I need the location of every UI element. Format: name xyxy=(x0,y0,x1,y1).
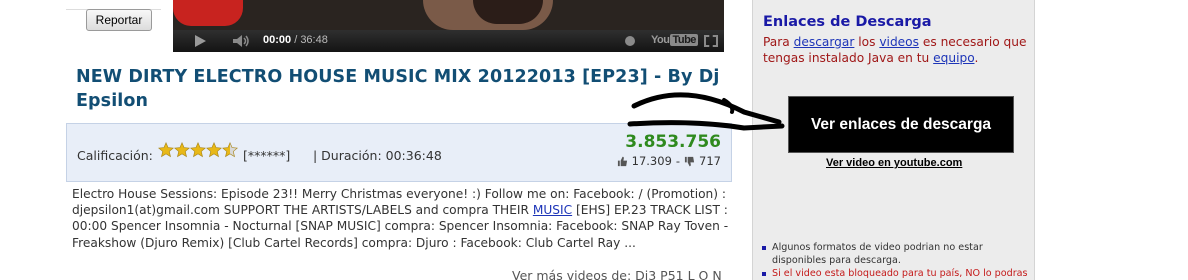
thumbs-up-icon[interactable] xyxy=(617,156,628,167)
youtube-logo[interactable]: You Tube xyxy=(651,34,698,46)
music-link[interactable]: MUSIC xyxy=(533,203,572,217)
download-notes: Algunos formatos de video podrian no est… xyxy=(762,241,1032,280)
equipo-link[interactable]: equipo xyxy=(933,51,974,65)
youtube-watch-link[interactable]: Ver video en youtube.com xyxy=(826,157,962,169)
dislike-count: 717 xyxy=(699,154,721,168)
java-note: Para descargar los videos es necesario q… xyxy=(763,34,1038,66)
note-text-1: Para xyxy=(763,35,794,49)
thumbs-down-icon[interactable] xyxy=(684,156,695,167)
time-current: 00:00 xyxy=(263,34,292,46)
star-icon[interactable] xyxy=(158,141,174,159)
video-thumbnail[interactable] xyxy=(173,0,724,30)
like-count: 17.309 xyxy=(631,154,672,168)
star-icon[interactable] xyxy=(206,141,222,159)
report-button[interactable]: Reportar xyxy=(86,9,152,31)
fullscreen-icon[interactable] xyxy=(704,35,718,47)
youtube-logo-you: You xyxy=(651,34,670,46)
note-text-2: los xyxy=(854,35,880,49)
time-separator: / xyxy=(291,34,301,46)
note-formats: Algunos formatos de video podrian no est… xyxy=(762,241,1032,267)
player-controls: 00:00 / 36:48 You Tube xyxy=(173,30,724,52)
video-description: Electro House Sessions: Episode 23!! Mer… xyxy=(72,186,732,251)
video-player[interactable]: 00:00 / 36:48 You Tube xyxy=(173,0,724,52)
view-download-links-button[interactable]: Ver enlaces de descarga xyxy=(788,96,1014,153)
volume-icon[interactable] xyxy=(233,35,251,47)
star-icon[interactable] xyxy=(190,141,206,159)
rating-stars[interactable] xyxy=(158,141,238,161)
download-link[interactable]: descargar xyxy=(794,35,855,49)
watch-later-icon[interactable] xyxy=(625,36,635,46)
more-videos-prefix: Ver más xyxy=(512,268,567,280)
videos-link[interactable]: videos xyxy=(879,35,919,49)
star-icon[interactable] xyxy=(222,141,238,159)
arrow-icon xyxy=(627,92,785,131)
play-icon[interactable] xyxy=(195,35,206,47)
youtube-logo-tube: Tube xyxy=(670,34,698,46)
download-heading: Enlaces de Descarga xyxy=(763,14,932,30)
time-total: 36:48 xyxy=(300,34,328,46)
left-gutter xyxy=(0,0,66,280)
star-icon[interactable] xyxy=(174,141,190,159)
more-videos: Ver más videos de: Dj3 P51 L O N xyxy=(512,268,722,280)
likes-row: 17.309 - 717 xyxy=(617,154,721,168)
player-time: 00:00 / 36:48 xyxy=(263,34,328,46)
thumbnail-red-shape xyxy=(173,0,243,26)
like-separator: - xyxy=(675,154,681,168)
rating-value-text: [******] xyxy=(243,148,291,163)
more-videos-link[interactable]: videos xyxy=(567,268,608,280)
note-text-4: . xyxy=(974,51,979,65)
more-videos-suffix: de: Dj3 P51 L O N xyxy=(607,268,722,280)
note-blocked: Si el video esta bloqueado para tu país,… xyxy=(762,267,1032,280)
video-duration: | Duración: 00:36:48 xyxy=(313,148,442,163)
rating-label: Calificación: xyxy=(77,148,153,163)
